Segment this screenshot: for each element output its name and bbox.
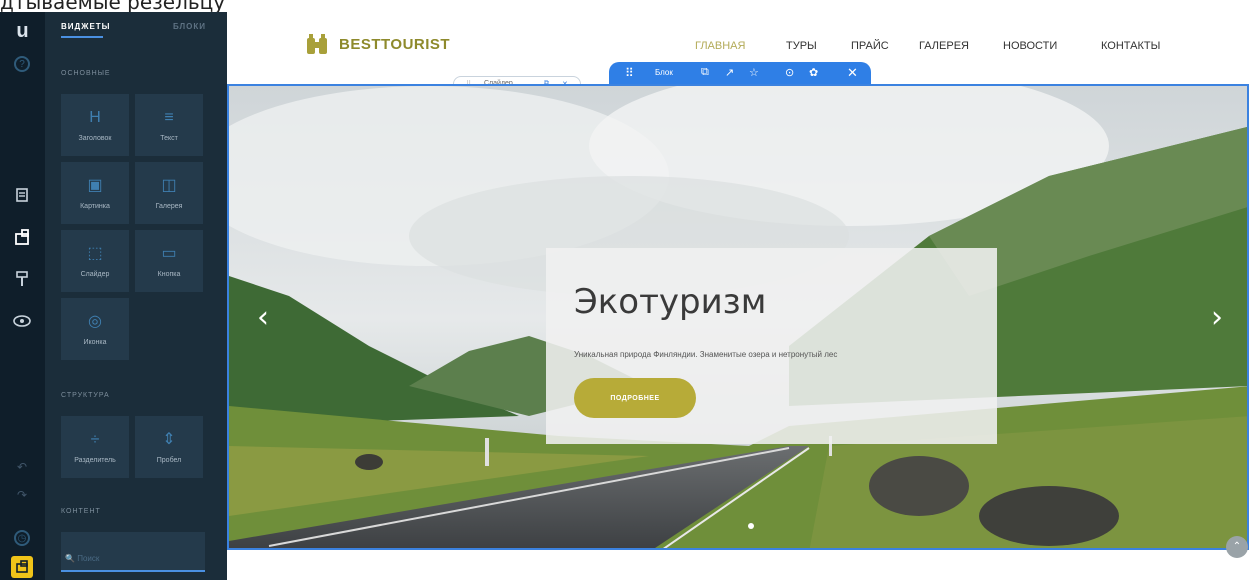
nav-tours[interactable]: ТУРЫ: [786, 40, 817, 52]
slider-dot[interactable]: [748, 523, 754, 529]
image-icon: ▣: [87, 176, 103, 194]
redo-icon[interactable]: ↷: [11, 484, 33, 506]
widget-label: Пробел: [156, 456, 182, 464]
site-header: BESTTOURIST ГЛАВНАЯ ТУРЫ ПРАЙС ГАЛЕРЕЯ Н…: [227, 12, 1249, 84]
section-basic-label: ОСНОВНЫЕ: [61, 70, 111, 77]
widget-label: Кнопка: [157, 270, 181, 278]
undo-icon[interactable]: ↶: [11, 456, 33, 478]
widgets-icon[interactable]: [11, 226, 33, 248]
search-underline: [61, 570, 205, 572]
pages-icon[interactable]: [11, 184, 33, 206]
hero-card: Экотуризм Уникальная природа Финляндии. …: [546, 248, 997, 444]
widget-label: Текст: [160, 134, 178, 142]
widget-button[interactable]: ▭ Кнопка: [135, 230, 203, 292]
section-structure-label: СТРУКТУРА: [61, 392, 110, 399]
eye-icon[interactable]: [11, 310, 33, 332]
more-button[interactable]: ПОДРОБНЕЕ: [574, 378, 696, 418]
widget-search-input[interactable]: 🔍 Поиск: [61, 532, 205, 572]
hero-title: Экотуризм: [574, 282, 767, 322]
binoculars-icon: [307, 34, 327, 54]
gallery-icon: ◫: [161, 176, 177, 194]
slider-prev-arrow[interactable]: ‹: [257, 300, 269, 335]
paint-icon[interactable]: [11, 268, 33, 290]
text-icon: ≡: [164, 108, 174, 126]
close-icon[interactable]: ✕: [847, 65, 858, 81]
panel-tabs: ВИДЖЕТЫ БЛОКИ: [45, 12, 227, 42]
widget-label: Заголовок: [78, 134, 112, 142]
search-placeholder: 🔍 Поиск: [65, 554, 100, 563]
tab-blocks[interactable]: БЛОКИ: [173, 22, 206, 31]
widget-gallery[interactable]: ◫ Галерея: [135, 162, 203, 224]
site-logo[interactable]: BESTTOURIST: [305, 32, 450, 56]
scroll-up-icon[interactable]: ⌃: [1226, 536, 1248, 558]
star-icon[interactable]: ☆: [749, 66, 759, 79]
nav-contacts[interactable]: КОНТАКТЫ: [1101, 40, 1160, 52]
widget-label: Картинка: [80, 202, 110, 210]
publish-icon[interactable]: [11, 556, 33, 578]
widget-label: Слайдер: [80, 270, 110, 278]
hero-slider: ‹ › Экотуризм Уникальная природа Финлянд…: [227, 84, 1249, 550]
caption-strip: дтываемые резельцу: [0, 0, 1249, 12]
slider-next-arrow[interactable]: ›: [1211, 300, 1223, 335]
caption-text: дтываемые резельцу: [0, 0, 226, 12]
drag-handle-icon[interactable]: ⠿: [625, 66, 634, 80]
editor-rail: u ? ↶ ↷ ◷: [0, 12, 45, 580]
copy-icon[interactable]: ⧉: [701, 66, 709, 79]
button-icon: ▭: [161, 244, 177, 262]
settings-icon[interactable]: ⊙: [785, 66, 794, 79]
tab-widgets[interactable]: ВИДЖЕТЫ: [61, 22, 111, 38]
widget-label: Галерея: [155, 202, 183, 210]
nav-news[interactable]: НОВОСТИ: [1003, 40, 1057, 52]
widget-label: Иконка: [83, 338, 107, 346]
widget-text[interactable]: ≡ Текст: [135, 94, 203, 156]
widget-slider[interactable]: ⬚ Слайдер: [61, 230, 129, 292]
section-content-label: КОНТЕНТ: [61, 508, 101, 515]
icon-widget-icon: ◎: [88, 312, 102, 330]
block-label: Блок: [655, 68, 673, 77]
footer-strip: [227, 552, 1249, 580]
widget-heading[interactable]: H Заголовок: [61, 94, 129, 156]
divider-icon: ÷: [90, 430, 100, 448]
block-toolbar: ⠿ Блок ⧉ ↗ ☆ ⊙ ✿ ✕: [609, 62, 871, 84]
nav-home[interactable]: ГЛАВНАЯ: [695, 40, 745, 52]
widget-spacer[interactable]: ⇕ Пробел: [135, 416, 203, 478]
slider-icon: ⬚: [87, 244, 103, 262]
spacer-icon: ⇕: [162, 430, 176, 448]
help-icon[interactable]: ?: [14, 56, 30, 72]
widget-divider[interactable]: ÷ Разделитель: [61, 416, 129, 478]
gear-icon[interactable]: ✿: [809, 66, 818, 79]
nav-gallery[interactable]: ГАЛЕРЕЯ: [919, 40, 969, 52]
logo-text: BESTTOURIST: [339, 35, 451, 53]
hero-text: Уникальная природа Финляндии. Знаменитые…: [574, 350, 838, 359]
widget-label: Разделитель: [74, 456, 116, 464]
editor-logo[interactable]: u: [0, 20, 45, 43]
move-icon[interactable]: ↗: [725, 66, 734, 79]
widget-image[interactable]: ▣ Картинка: [61, 162, 129, 224]
widgets-panel: ВИДЖЕТЫ БЛОКИ ОСНОВНЫЕ H Заголовок ≡ Тек…: [45, 12, 227, 580]
widget-icon[interactable]: ◎ Иконка: [61, 298, 129, 360]
heading-icon: H: [89, 108, 101, 126]
nav-prices[interactable]: ПРАЙС: [851, 40, 889, 52]
history-icon[interactable]: ◷: [14, 530, 30, 546]
